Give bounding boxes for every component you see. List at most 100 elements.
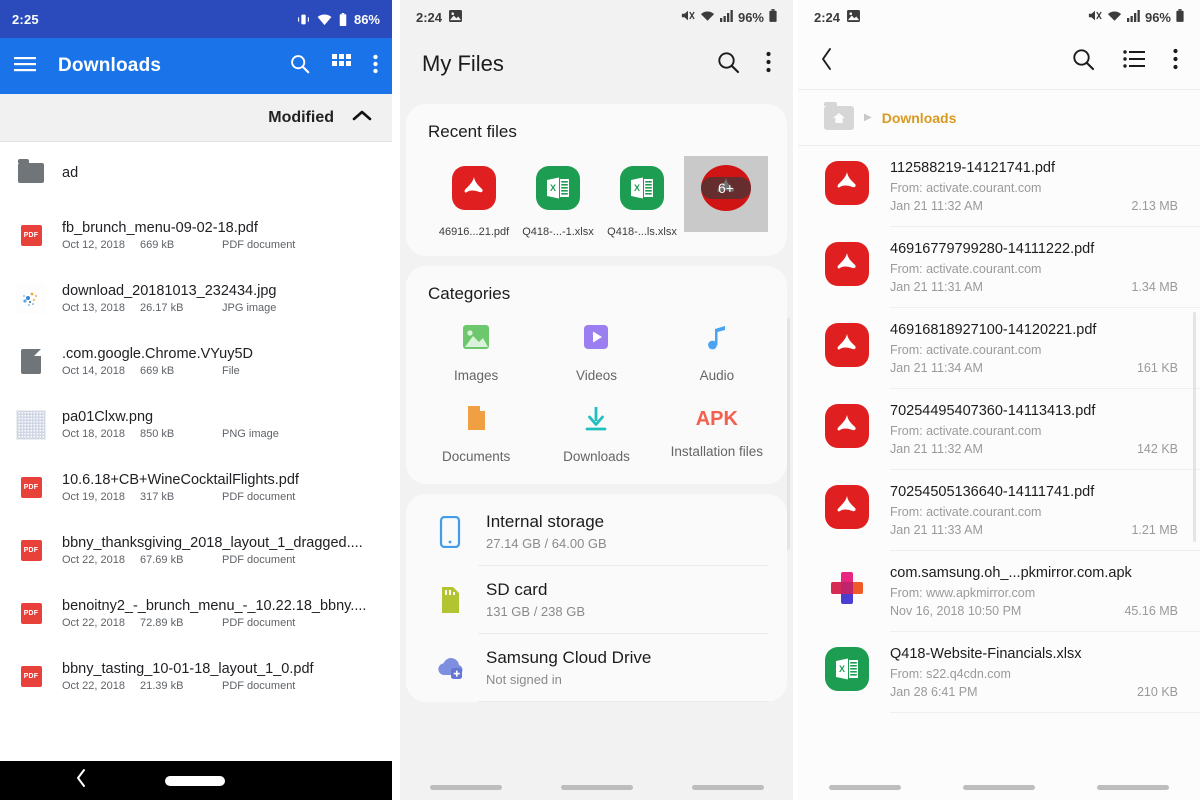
overflow-menu-icon[interactable]	[766, 51, 771, 78]
category-label: Images	[454, 368, 499, 383]
file-meta: Jan 28 6:41 PM 210 KB	[890, 685, 1178, 699]
list-item[interactable]: com.samsung.oh_...pkmirror.com.apk From:…	[798, 551, 1200, 631]
list-item[interactable]: PDF fb_brunch_menu-09-02-18.pdf Oct 12, …	[0, 204, 392, 267]
pdf-icon: PDF	[14, 216, 48, 256]
status-bar: 2:25 86%	[0, 0, 392, 38]
file-name: .com.google.Chrome.VYuy5D	[62, 346, 254, 362]
file-name: Q418-Website-Financials.xlsx	[890, 646, 1082, 662]
back-chevron-icon[interactable]	[820, 47, 834, 76]
folder-icon	[14, 153, 48, 193]
list-item-meta: pa01Clxw.png Oct 18, 2018 850 kB PNG ima…	[62, 409, 378, 440]
system-nav-hints	[798, 774, 1200, 800]
nav-hint-recents[interactable]	[429, 784, 502, 790]
nav-hint-back[interactable]	[691, 784, 764, 790]
file-name: pa01Clxw.png	[62, 409, 154, 425]
pdf-icon	[824, 160, 870, 206]
file-size: 161 KB	[1136, 361, 1178, 375]
grid-view-icon[interactable]	[332, 54, 351, 78]
list-item[interactable]: PDF bbny_thanksgiving_2018_layout_1_drag…	[0, 519, 392, 582]
overflow-menu-icon[interactable]	[1173, 48, 1178, 75]
nav-hint-recents[interactable]	[829, 784, 901, 790]
status-time: 2:25	[12, 11, 39, 27]
list-item[interactable]: 70254495407360-14113413.pdf From: activa…	[798, 389, 1200, 469]
pdf-icon: PDF	[14, 531, 48, 571]
list-item[interactable]: 46916779799280-14111222.pdf From: activa…	[798, 227, 1200, 307]
category-images[interactable]: Images	[416, 324, 536, 383]
storage-text: Internal storage 27.14 GB / 64.00 GB	[486, 512, 607, 551]
back-chevron-icon[interactable]	[75, 768, 87, 793]
home-pill-icon[interactable]	[165, 775, 225, 786]
list-item[interactable]: 112588219-14121741.pdf From: activate.co…	[798, 146, 1200, 226]
category-label: Installation files	[670, 444, 763, 459]
storage-title: Internal storage	[486, 512, 605, 531]
category-documents[interactable]: Documents	[416, 405, 536, 464]
chevron-up-icon[interactable]	[352, 109, 372, 127]
recent-file-tile[interactable]: X Q418-...-1.xlsx	[516, 156, 600, 244]
pdf-icon	[432, 156, 516, 220]
list-item[interactable]: pa01Clxw.png Oct 18, 2018 850 kB PNG ima…	[0, 393, 392, 456]
recent-file-tile[interactable]: X Q418-...ls.xlsx	[600, 156, 684, 244]
list-item[interactable]: PDF benoitny2_-_brunch_menu_-_10.22.18_b…	[0, 582, 392, 645]
file-date: Nov 16, 2018 10:50 PM	[890, 604, 1022, 618]
file-date: Oct 14, 2018	[62, 365, 125, 377]
apk-icon: APK	[695, 408, 738, 430]
storage-text: SD card 131 GB / 238 GB	[486, 580, 585, 619]
list-item[interactable]: .com.google.Chrome.VYuy5D Oct 14, 2018 6…	[0, 330, 392, 393]
overflow-menu-icon[interactable]	[373, 54, 378, 79]
file-name: 46916779799280-14111222.pdf	[890, 241, 1095, 257]
file-size: 21.39 kB	[140, 680, 184, 692]
status-time: 2:24	[814, 9, 841, 25]
list-item-meta: bbny_thanksgiving_2018_layout_1_dragged.…	[62, 535, 378, 566]
file-size: 850 kB	[140, 428, 175, 440]
breadcrumb: ▶ Downloads	[798, 90, 1200, 146]
list-item[interactable]: ad	[0, 142, 392, 204]
storage-item-internal[interactable]: Internal storage 27.14 GB / 64.00 GB	[406, 498, 787, 565]
list-item[interactable]: 46916818927100-14120221.pdf From: activa…	[798, 308, 1200, 388]
signal-icon	[719, 9, 733, 25]
file-sub: Oct 22, 2018 67.69 kB PDF document	[62, 554, 378, 566]
list-item[interactable]: download_20181013_232434.jpg Oct 13, 201…	[0, 267, 392, 330]
recent-file-tile[interactable]: 46916...21.pdf	[432, 156, 516, 244]
sort-label: Modified	[268, 108, 334, 126]
list-view-icon[interactable]	[1123, 50, 1145, 73]
generic-file-icon	[14, 342, 48, 382]
list-item[interactable]: 70254505136640-14111741.pdf From: activa…	[798, 470, 1200, 550]
battery-icon	[339, 12, 347, 26]
list-item[interactable]: PDF 10.6.18+CB+WineCocktailFlights.pdf O…	[0, 456, 392, 519]
wifi-icon	[317, 13, 332, 25]
document-icon	[461, 405, 491, 438]
nav-hint-back[interactable]	[1097, 784, 1169, 790]
scrollbar[interactable]	[1193, 312, 1196, 542]
audio-note-icon	[702, 324, 732, 357]
storage-item-sdcard[interactable]: SD card 131 GB / 238 GB	[406, 566, 787, 633]
file-size: 2.13 MB	[1131, 199, 1178, 213]
category-videos[interactable]: Videos	[536, 324, 656, 383]
breadcrumb-label[interactable]: Downloads	[882, 110, 957, 126]
scrollbar[interactable]	[787, 318, 790, 550]
home-folder-icon[interactable]	[824, 101, 854, 130]
battery-icon	[769, 9, 777, 25]
list-item[interactable]: X Q418-Website-Financials.xlsx From: s22…	[798, 632, 1200, 712]
storage-text: Samsung Cloud Drive Not signed in	[486, 648, 651, 687]
nav-hint-home[interactable]	[560, 784, 633, 790]
search-icon[interactable]	[1071, 47, 1095, 76]
svg-text:X: X	[839, 664, 845, 674]
storage-item-samsung-cloud[interactable]: Samsung Cloud Drive Not signed in	[406, 634, 787, 701]
pdf-icon: PDF	[14, 594, 48, 634]
file-size: 72.89 kB	[140, 617, 184, 629]
sort-bar[interactable]: Modified	[0, 94, 392, 142]
categories-card: Categories Images Videos Audio Documents…	[406, 266, 787, 484]
category-audio[interactable]: Audio	[657, 324, 777, 383]
recent-files-more-tile[interactable]: 6+	[684, 156, 768, 244]
nav-hint-home[interactable]	[963, 784, 1035, 790]
status-icons: 96%	[681, 9, 777, 25]
category-downloads[interactable]: Downloads	[536, 405, 656, 464]
hamburger-menu-icon[interactable]	[14, 56, 36, 77]
list-item-body: 70254495407360-14113413.pdf From: activa…	[890, 403, 1178, 456]
search-icon[interactable]	[289, 53, 310, 79]
list-item[interactable]: PDF bbny_tasting_10-01-18_layout_1_0.pdf…	[0, 645, 392, 708]
pdf-icon	[824, 241, 870, 287]
image-icon	[847, 9, 860, 25]
search-icon[interactable]	[716, 50, 740, 79]
category-installation-files[interactable]: APK Installation files	[657, 405, 777, 464]
